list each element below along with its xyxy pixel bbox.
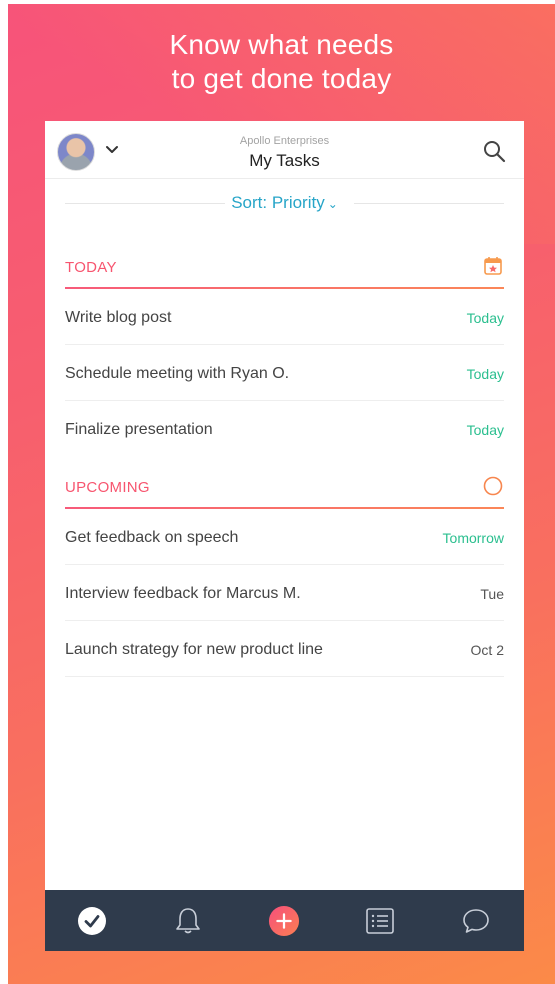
task-name: Finalize presentation [65,421,213,438]
promo-background: Know what needs to get done today Apollo… [8,4,555,984]
check-circle-icon [78,907,106,935]
task-name: Schedule meeting with Ryan O. [65,365,290,382]
section-header-today: TODAY [65,245,504,289]
task-row[interactable]: Finalize presentation Today [65,401,504,457]
task-name: Launch strategy for new product line [65,641,323,658]
bell-icon [176,908,200,934]
tab-bar [45,890,524,951]
headline-line-1: Know what needs [169,29,394,60]
calendar-icon[interactable] [482,255,504,277]
headline-line-2: to get done today [171,63,392,94]
task-due: Today [466,310,504,326]
add-icon [268,905,300,937]
section-header-upcoming: UPCOMING [65,465,504,509]
tab-notifications[interactable] [172,905,204,937]
sort-label: Sort: Priority [231,193,325,212]
promo-headline: Know what needs to get done today [8,28,555,96]
task-name: Interview feedback for Marcus M. [65,585,301,602]
task-row[interactable]: Write blog post Today [65,289,504,345]
app-screen: Apollo Enterprises My Tasks Sort: Priori… [45,121,524,951]
organization-name: Apollo Enterprises [239,135,330,147]
tab-add[interactable] [268,905,300,937]
task-due: Tue [480,586,504,602]
divider [354,203,504,204]
chat-icon [463,909,489,933]
task-due: Today [466,422,504,438]
task-name: Write blog post [65,309,172,326]
task-row[interactable]: Launch strategy for new product line Oct… [65,621,504,677]
tab-projects[interactable] [364,905,396,937]
chevron-down-icon: ⌄ [327,197,338,211]
sort-bar: Sort: Priority ⌄ [45,179,524,227]
task-row[interactable]: Get feedback on speech Tomorrow [65,509,504,565]
tab-my-tasks[interactable] [76,905,108,937]
task-due: Tomorrow [442,530,504,546]
search-icon[interactable] [482,139,506,163]
tab-messages[interactable] [460,905,492,937]
task-row[interactable]: Interview feedback for Marcus M. Tue [65,565,504,621]
task-due: Today [466,366,504,382]
task-name: Get feedback on speech [65,529,239,546]
task-row[interactable]: Schedule meeting with Ryan O. Today [65,345,504,401]
page-title: My Tasks [249,151,320,170]
task-due: Oct 2 [470,642,504,658]
list-icon [366,908,394,934]
section-label: TODAY [65,259,117,276]
top-bar: Apollo Enterprises My Tasks [45,121,524,179]
section-label: UPCOMING [65,479,150,496]
circle-icon[interactable] [482,475,504,497]
